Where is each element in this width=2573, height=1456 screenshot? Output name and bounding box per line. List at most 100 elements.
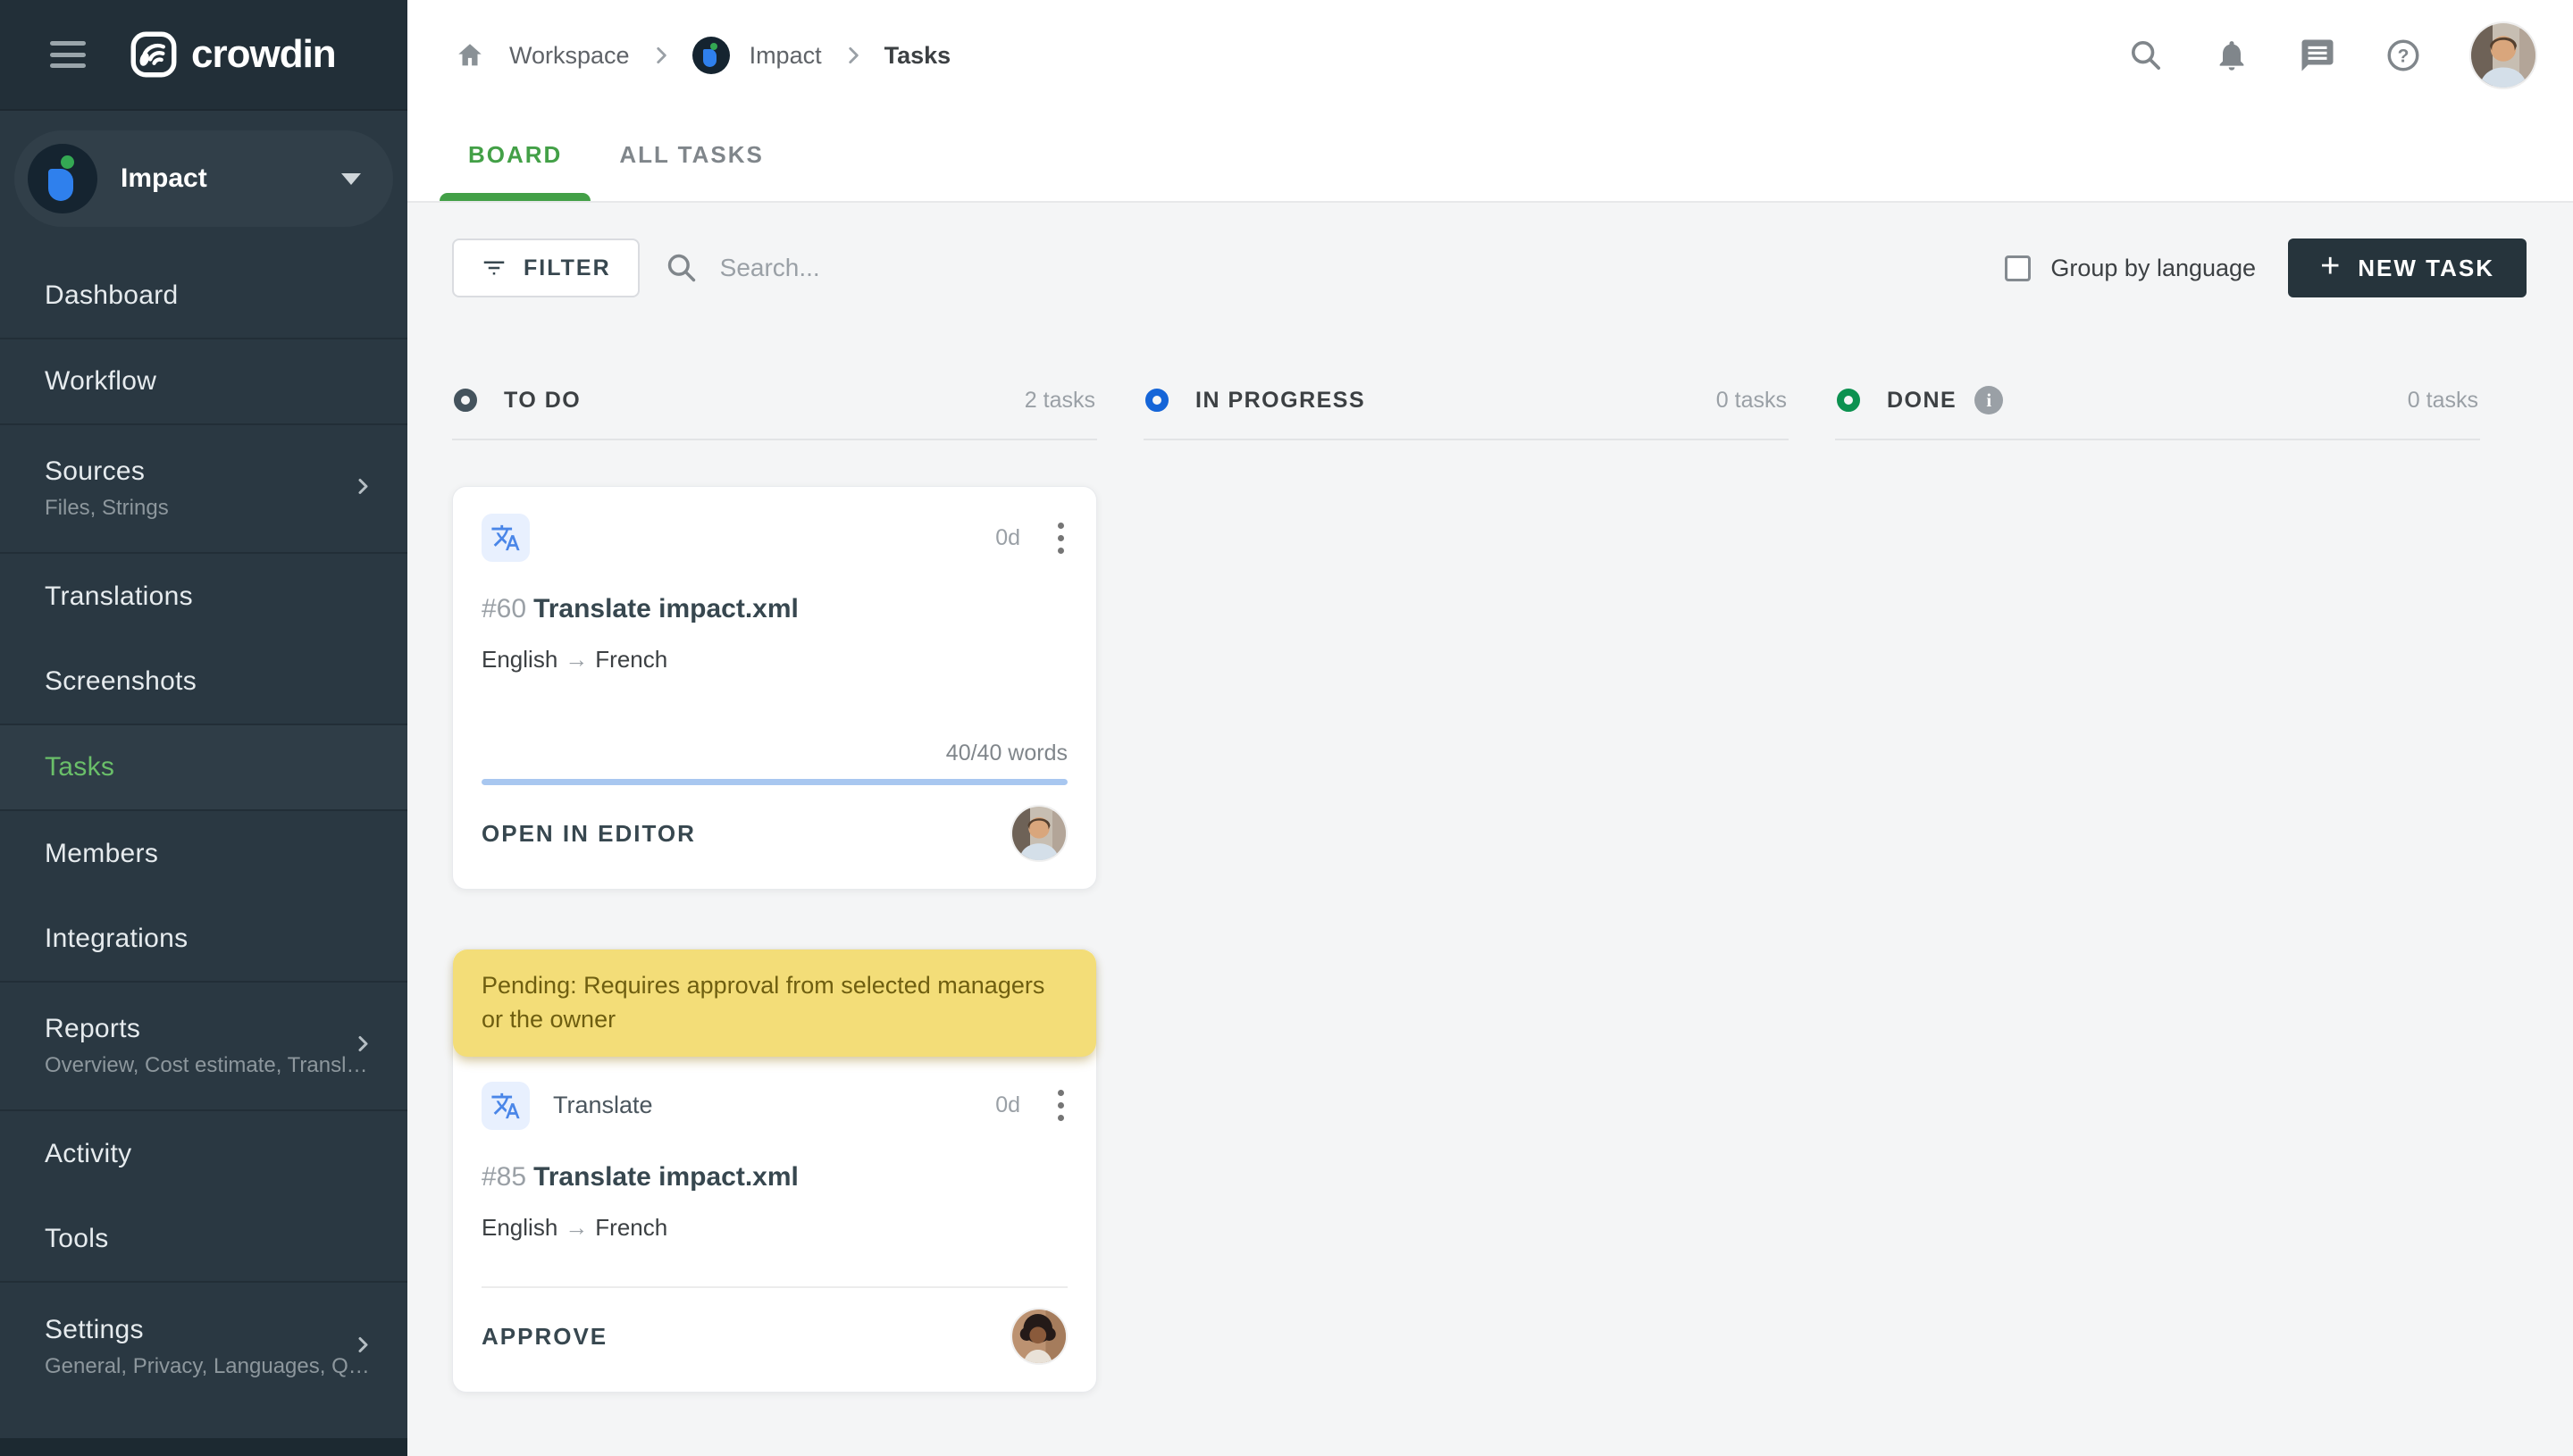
- chevron-right-icon: [352, 1033, 373, 1059]
- column-divider: [1835, 439, 2480, 440]
- kanban-board: TO DO 2 tasks 0d #60 Translate impact.xm…: [452, 381, 2527, 1393]
- column-divider: [452, 439, 1097, 440]
- messages-chat-icon[interactable]: [2298, 36, 2337, 75]
- topbar-icons: ?: [2126, 21, 2537, 89]
- project-logo-icon: [28, 144, 97, 213]
- search-icon: [667, 254, 695, 282]
- card-60-menu-kebab-icon[interactable]: [1054, 519, 1068, 557]
- sidebar-item-activity[interactable]: Activity: [0, 1111, 407, 1197]
- card-85-duration: 0d: [995, 1092, 1020, 1118]
- breadcrumb-workspace[interactable]: Workspace: [509, 42, 630, 70]
- sidebar-header: crowdin: [0, 0, 407, 111]
- breadcrumb-page: Tasks: [884, 41, 951, 69]
- group-by-language[interactable]: Group by language: [2005, 255, 2256, 282]
- card-85-type-label: Translate: [553, 1092, 653, 1119]
- card-60-progress-fill: [482, 779, 1068, 785]
- column-done-header: DONE i 0 tasks: [1835, 381, 2480, 419]
- search-icon[interactable]: [2126, 36, 2166, 75]
- project-selector[interactable]: Impact: [14, 130, 393, 227]
- chevron-right-icon: [352, 1335, 373, 1360]
- user-avatar[interactable]: [2469, 21, 2537, 89]
- sidebar-item-sources-subtitle: Files, Strings: [45, 496, 169, 520]
- chevron-right-icon: [650, 44, 673, 67]
- pending-approval-banner: Pending: Requires approval from selected…: [453, 950, 1096, 1057]
- card-60-assignee-avatar[interactable]: [1010, 805, 1068, 862]
- project-name: Impact: [121, 163, 207, 193]
- card-85-header: Translate 0d: [482, 1081, 1068, 1130]
- card-85-divider: [482, 1286, 1068, 1288]
- card-60-title[interactable]: #60 Translate impact.xml: [482, 594, 1068, 624]
- topbar: Workspace Impact Tasks ?: [407, 0, 2573, 111]
- filter-button[interactable]: FILTER: [452, 238, 640, 297]
- chevron-down-icon: [341, 172, 361, 185]
- card-60-actions: OPEN IN EDITOR: [482, 794, 1068, 873]
- column-todo: TO DO 2 tasks 0d #60 Translate impact.xm…: [452, 381, 1097, 1393]
- sidebar-item-sources[interactable]: Sources Files, Strings: [0, 425, 407, 554]
- sidebar-item-members[interactable]: Members: [0, 811, 407, 897]
- open-in-editor-button[interactable]: OPEN IN EDITOR: [482, 820, 696, 848]
- new-task-button[interactable]: + NEW TASK: [2288, 238, 2527, 297]
- help-icon[interactable]: ?: [2384, 36, 2423, 75]
- breadcrumb-project-icon: [691, 37, 730, 74]
- card-60-header: 0d: [482, 514, 1068, 562]
- card-85-title[interactable]: #85 Translate impact.xml: [482, 1162, 1068, 1192]
- sidebar-item-dashboard[interactable]: Dashboard: [0, 254, 407, 339]
- filter-icon: [483, 261, 505, 275]
- card-60-duration: 0d: [995, 524, 1020, 550]
- in-progress-count: 0 tasks: [1715, 387, 1787, 413]
- sidebar-item-workflow[interactable]: Workflow: [0, 339, 407, 425]
- sidebar-item-translations[interactable]: Translations: [0, 554, 407, 640]
- task-card-60[interactable]: 0d #60 Translate impact.xml English → Frenc…: [452, 486, 1097, 890]
- translate-task-icon: [482, 514, 530, 562]
- column-todo-header: TO DO 2 tasks: [452, 381, 1097, 419]
- card-60-progress-bar: [482, 779, 1068, 785]
- sidebar-item-screenshots[interactable]: Screenshots: [0, 640, 407, 725]
- sidebar-item-tools[interactable]: Tools: [0, 1197, 407, 1283]
- sidebar-item-tasks[interactable]: Tasks: [0, 725, 407, 811]
- notifications-bell-icon[interactable]: [2212, 36, 2251, 75]
- card-60-word-count: 40/40 words: [945, 741, 1068, 766]
- column-in-progress: IN PROGRESS 0 tasks: [1144, 381, 1789, 1393]
- tabs-bar: BOARD ALL TASKS: [407, 111, 2573, 203]
- column-in-progress-header: IN PROGRESS 0 tasks: [1144, 381, 1789, 419]
- sidebar-item-integrations[interactable]: Integrations: [0, 897, 407, 983]
- task-card-85[interactable]: Pending: Requires approval from selected…: [452, 949, 1097, 1393]
- hamburger-menu-icon[interactable]: [50, 41, 86, 68]
- arrow-right-icon: →: [565, 646, 589, 673]
- sidebar: crowdin Impact Dashboard Workflow Source…: [0, 0, 407, 1456]
- todo-status-icon: [454, 389, 477, 412]
- sidebar-item-reports-subtitle: Overview, Cost estimate, Transl…: [45, 1053, 368, 1077]
- card-85-actions: APPROVE: [482, 1297, 1068, 1376]
- done-count: 0 tasks: [2407, 387, 2478, 413]
- search-input[interactable]: [719, 254, 1345, 282]
- plus-icon: +: [2320, 247, 2341, 285]
- sidebar-item-settings[interactable]: Settings General, Privacy, Languages, Q…: [0, 1283, 407, 1411]
- brand-name: crowdin: [191, 32, 337, 76]
- card-85-body: Translate 0d #85 Translate impact.xml En…: [453, 1057, 1096, 1392]
- approve-button[interactable]: APPROVE: [482, 1323, 608, 1351]
- card-85-menu-kebab-icon[interactable]: [1054, 1086, 1068, 1125]
- sidebar-footer-strip: [0, 1438, 407, 1456]
- toolbar: FILTER Group by language + NEW TASK: [452, 238, 2527, 297]
- card-85-assignee-avatar[interactable]: [1010, 1308, 1068, 1365]
- home-icon[interactable]: [450, 36, 490, 75]
- arrow-right-icon: →: [565, 1213, 589, 1241]
- info-icon[interactable]: i: [1974, 386, 2004, 414]
- chevron-right-icon: [352, 476, 373, 502]
- breadcrumb: Workspace Impact Tasks: [450, 36, 2126, 75]
- translate-task-icon: [482, 1081, 530, 1130]
- breadcrumb-project[interactable]: Impact: [750, 42, 822, 70]
- sidebar-item-settings-subtitle: General, Privacy, Languages, Q…: [45, 1354, 370, 1378]
- in-progress-status-icon: [1145, 389, 1169, 412]
- search-box: [665, 251, 2006, 285]
- board-content: FILTER Group by language + NEW TASK: [407, 203, 2573, 1456]
- card-60-languages: English → French: [482, 646, 668, 673]
- crowdin-tasks-page: crowdin Impact Dashboard Workflow Source…: [0, 0, 2573, 1456]
- column-done: DONE i 0 tasks: [1835, 381, 2480, 1393]
- tab-all-tasks[interactable]: ALL TASKS: [591, 141, 792, 201]
- done-status-icon: [1837, 389, 1860, 412]
- tab-board[interactable]: BOARD: [440, 141, 591, 201]
- group-by-language-checkbox[interactable]: [2005, 255, 2032, 281]
- sidebar-item-reports[interactable]: Reports Overview, Cost estimate, Transl…: [0, 983, 407, 1111]
- chevron-right-icon: [842, 44, 865, 67]
